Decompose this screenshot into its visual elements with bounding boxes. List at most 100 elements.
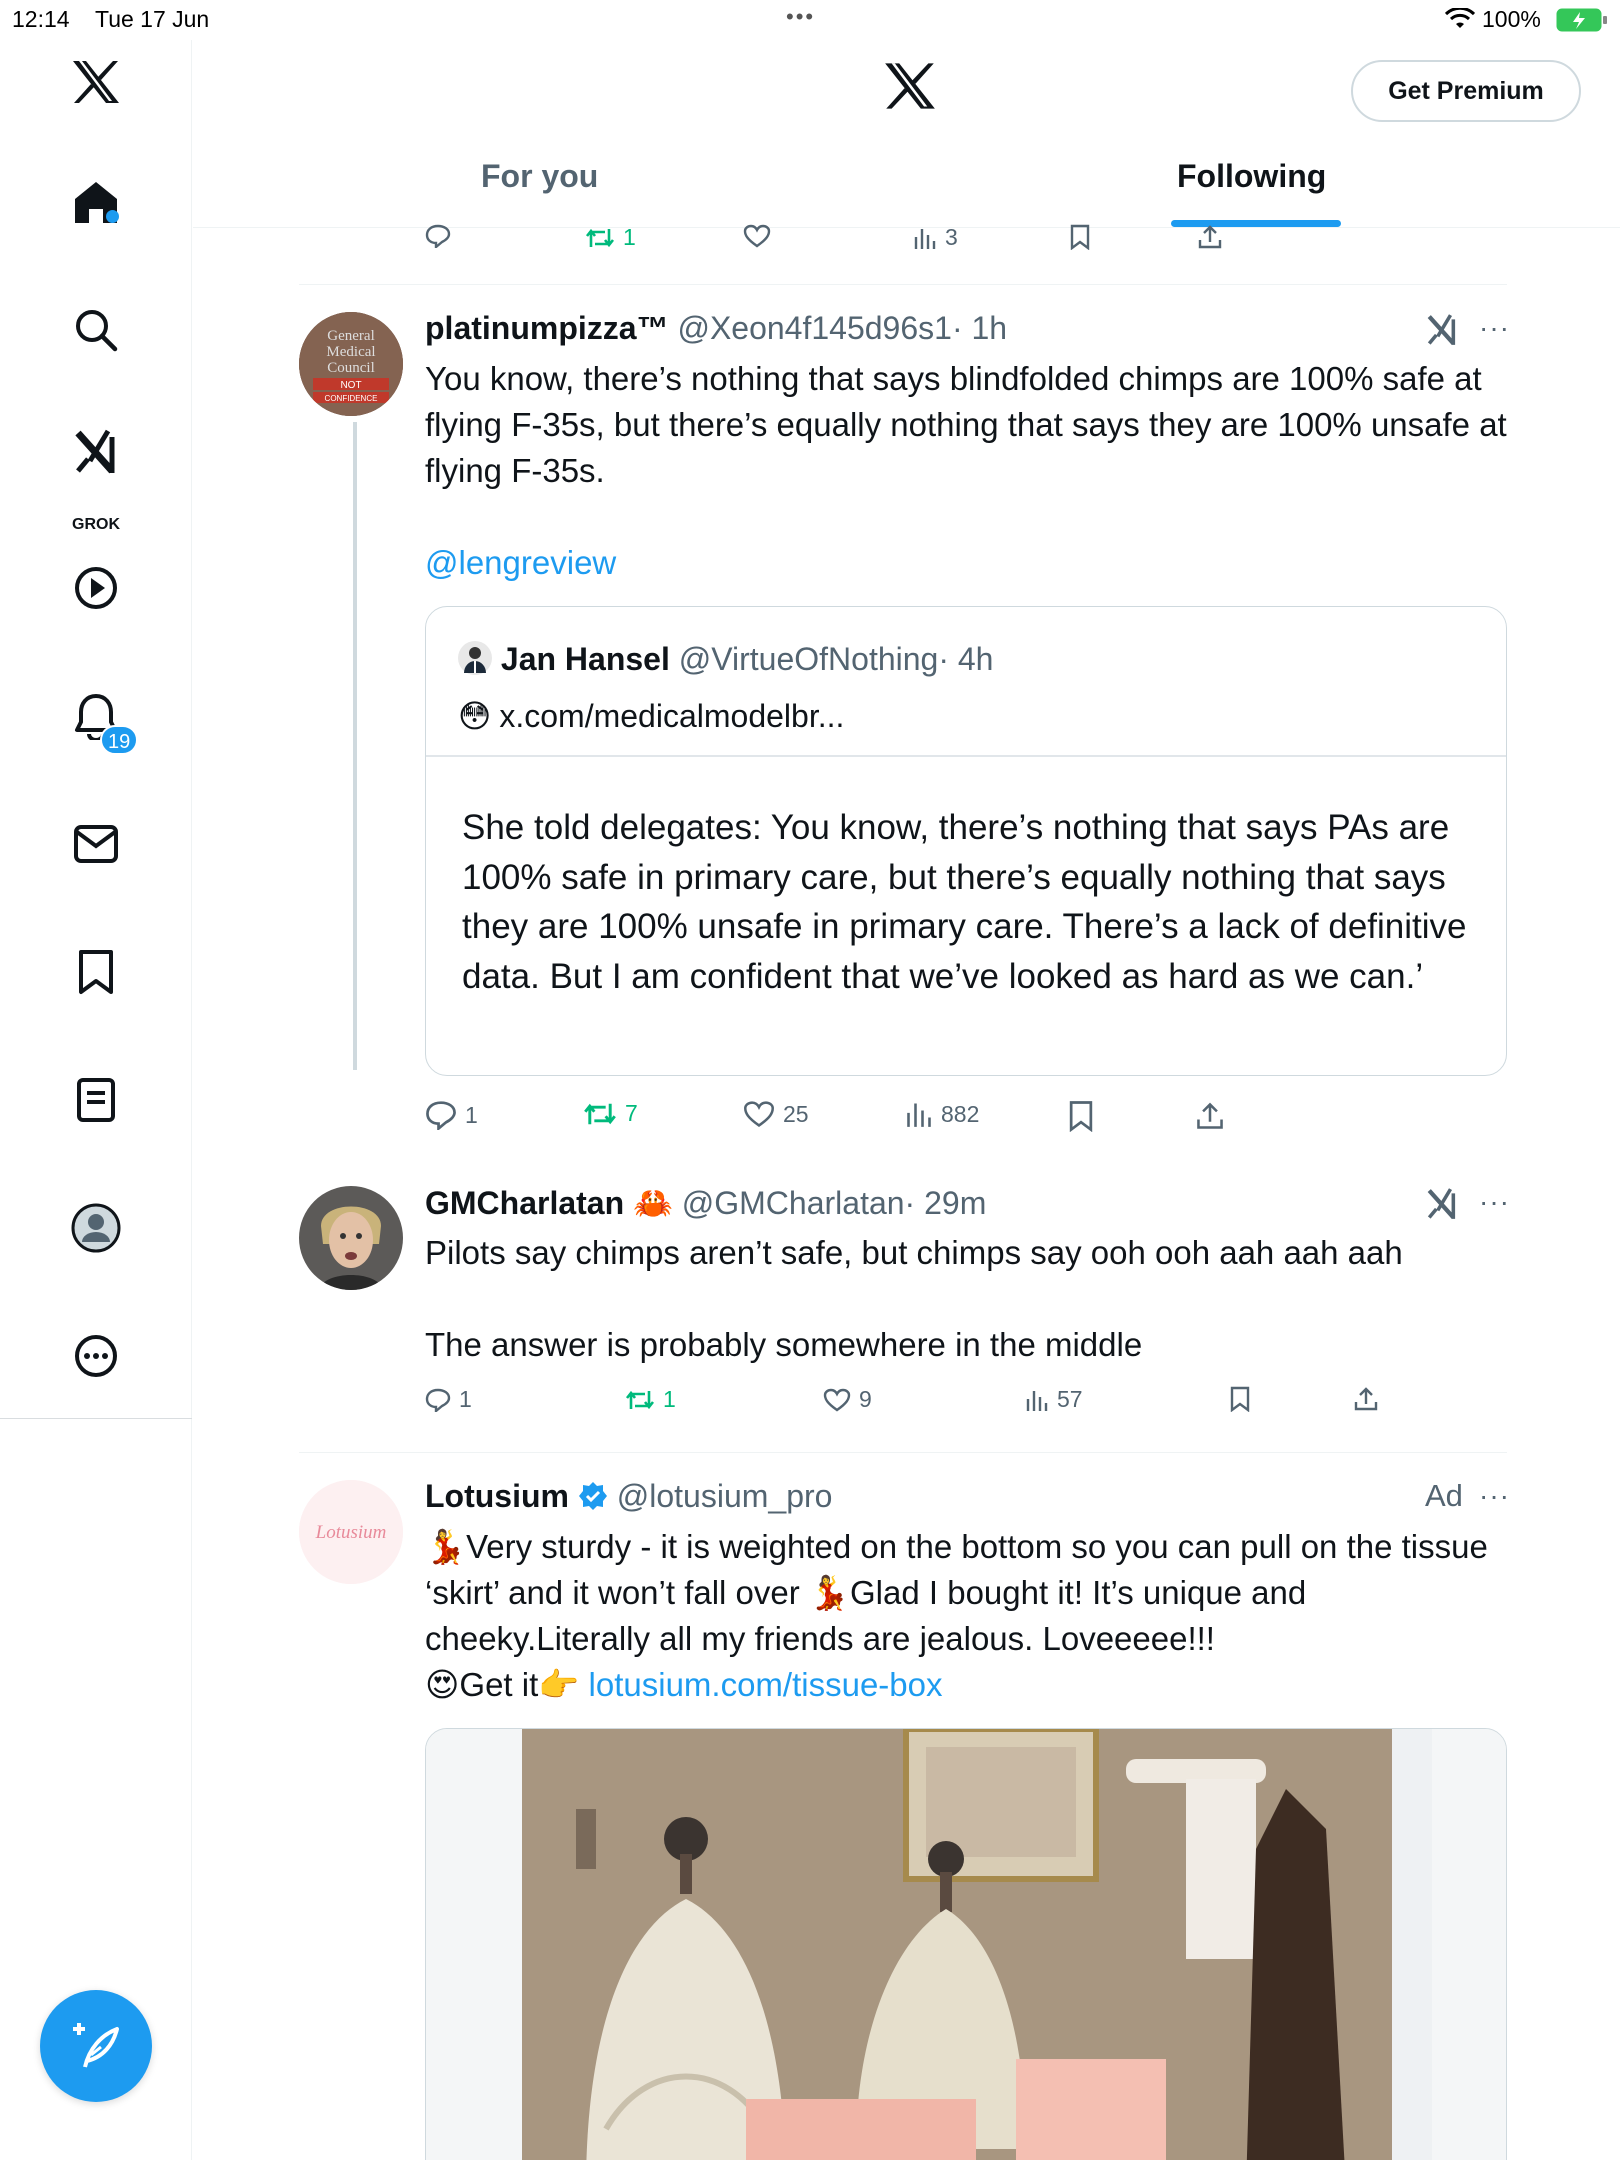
- status-bar: 12:14 Tue 17 Jun ••• 100%: [0, 0, 1620, 40]
- views-button[interactable]: 882: [905, 1100, 979, 1128]
- tweet-divider: [299, 284, 1507, 285]
- cta-text: Get it: [459, 1666, 539, 1703]
- profile-icon[interactable]: [56, 1188, 136, 1268]
- share-button[interactable]: [1197, 224, 1223, 250]
- quote-header: Jan Hansel @VirtueOfNothing· 4h: [458, 641, 993, 678]
- multitasking-dots[interactable]: •••: [786, 4, 815, 30]
- bookmark-button[interactable]: [1229, 1386, 1251, 1412]
- bookmark-button[interactable]: [1069, 224, 1091, 250]
- like-button[interactable]: 9: [823, 1386, 872, 1413]
- repost-button[interactable]: 7: [583, 1100, 638, 1127]
- author-handle[interactable]: @GMCharlatan: [682, 1185, 905, 1221]
- grok-label: GROK: [72, 516, 120, 533]
- tweet-header: Lotusium @lotusium_pro: [425, 1478, 832, 1515]
- video-icon[interactable]: [56, 548, 136, 628]
- bookmarks-icon[interactable]: [56, 932, 136, 1012]
- author-name[interactable]: platinumpizza™: [425, 310, 669, 346]
- tweet-header: GMCharlatan 🦀 @GMCharlatan· 29m: [425, 1184, 986, 1222]
- reply-count: 1: [459, 1386, 472, 1412]
- like-button[interactable]: 25: [743, 1100, 809, 1128]
- ad-link[interactable]: lotusium.com/tissue-box: [589, 1666, 943, 1703]
- reply-icon: [425, 1388, 451, 1412]
- grok-icon[interactable]: [56, 412, 136, 492]
- more-options-icon[interactable]: ···: [1479, 1186, 1510, 1218]
- get-premium-button[interactable]: Get Premium: [1351, 60, 1581, 122]
- repost-button[interactable]: 1: [625, 1386, 676, 1413]
- more-options-icon[interactable]: ···: [1479, 1480, 1510, 1512]
- status-date: Tue 17 Jun: [95, 6, 210, 32]
- tweet-text: 💃Very sturdy - it is weighted on the bot…: [425, 1524, 1515, 1708]
- repost-icon: [585, 228, 615, 247]
- more-options-icon[interactable]: ···: [1479, 312, 1510, 344]
- svg-text:General: General: [327, 328, 374, 344]
- quote-author-handle[interactable]: @VirtueOfNothing: [679, 641, 939, 677]
- quote-link-text[interactable]: x.com/medicalmodelbr...: [499, 698, 844, 735]
- svg-text:Council: Council: [327, 360, 375, 376]
- like-count: 25: [783, 1100, 809, 1127]
- repost-icon: [625, 1390, 655, 1409]
- tweet-text: Pilots say chimps aren’t safe, but chimp…: [425, 1234, 1403, 1271]
- ad-media-image[interactable]: [425, 1728, 1507, 2160]
- timeline-header: Get Premium For you Following: [193, 40, 1620, 228]
- mention-link[interactable]: @lengreview: [425, 540, 616, 586]
- author-handle[interactable]: @lotusium_pro: [617, 1478, 833, 1514]
- more-icon[interactable]: [56, 1316, 136, 1396]
- avatar[interactable]: [458, 641, 492, 675]
- reply-button[interactable]: 1: [425, 1386, 472, 1413]
- quote-author-name[interactable]: Jan Hansel: [501, 641, 670, 677]
- x-logo-icon[interactable]: [56, 42, 136, 122]
- tweet-actions: 1 1 9 57: [425, 1386, 1507, 1426]
- svg-text:Medical: Medical: [326, 344, 375, 360]
- search-icon[interactable]: [56, 290, 136, 370]
- tab-following[interactable]: Following: [1177, 158, 1326, 195]
- avatar[interactable]: [299, 1186, 403, 1290]
- tweet-time[interactable]: · 1h: [952, 310, 1007, 346]
- author-name[interactable]: Lotusium: [425, 1478, 569, 1514]
- views-icon: [1026, 1390, 1048, 1411]
- views-icon: [914, 228, 936, 249]
- verified-badge-icon: [578, 1482, 607, 1510]
- repost-button[interactable]: 1: [585, 224, 636, 251]
- repost-count: 1: [623, 224, 636, 250]
- avatar[interactable]: General Medical Council NOT CONFIDENCE: [299, 312, 403, 416]
- quote-time: · 4h: [938, 641, 994, 677]
- battery-icon: [1556, 8, 1608, 38]
- reply-count: 1: [465, 1101, 478, 1128]
- svg-text:NOT: NOT: [340, 380, 361, 391]
- grok-icon[interactable]: [1425, 1186, 1459, 1222]
- lists-icon[interactable]: [56, 1060, 136, 1140]
- like-count: 9: [859, 1386, 872, 1412]
- quote-link-line: 😳 x.com/medicalmodelbr...: [458, 697, 844, 735]
- heart-icon: [743, 224, 771, 248]
- dancer-emoji: 💃: [425, 1528, 467, 1565]
- reply-button[interactable]: [425, 224, 451, 248]
- author-handle[interactable]: @Xeon4f145d96s1: [677, 310, 951, 346]
- views-button[interactable]: 3: [913, 224, 958, 251]
- bookmark-icon: [1230, 1386, 1250, 1412]
- like-button[interactable]: [743, 224, 771, 248]
- bookmark-button[interactable]: [1067, 1100, 1095, 1132]
- avatar[interactable]: Lotusium: [299, 1480, 403, 1584]
- notifications-badge: 19: [100, 725, 139, 755]
- x-logo-icon[interactable]: [883, 60, 937, 117]
- home-icon[interactable]: [56, 162, 136, 242]
- author-name[interactable]: GMCharlatan: [425, 1185, 624, 1221]
- messages-icon[interactable]: [56, 804, 136, 884]
- flushed-emoji: 😳: [458, 698, 492, 734]
- quote-body: She told delegates: You know, there’s no…: [462, 808, 1467, 996]
- share-button[interactable]: [1353, 1386, 1379, 1412]
- tab-for-you[interactable]: For you: [481, 158, 598, 195]
- reply-button[interactable]: 1: [425, 1100, 478, 1130]
- wifi-icon: [1444, 6, 1476, 36]
- views-button[interactable]: 57: [1025, 1386, 1083, 1413]
- share-icon: [1354, 1387, 1378, 1411]
- heart-eyes-emoji: 😍: [425, 1666, 460, 1703]
- compose-button[interactable]: [40, 1990, 152, 2102]
- quote-tweet-card[interactable]: Jan Hansel @VirtueOfNothing· 4h 😳 x.com/…: [425, 606, 1507, 1076]
- thread-line: [353, 422, 357, 1070]
- tweet-time[interactable]: · 29m: [905, 1185, 987, 1221]
- heart-icon: [823, 1388, 851, 1411]
- tweet-header: platinumpizza™ @Xeon4f145d96s1· 1h: [425, 310, 1007, 347]
- grok-icon[interactable]: [1425, 312, 1459, 348]
- share-button[interactable]: [1195, 1100, 1225, 1132]
